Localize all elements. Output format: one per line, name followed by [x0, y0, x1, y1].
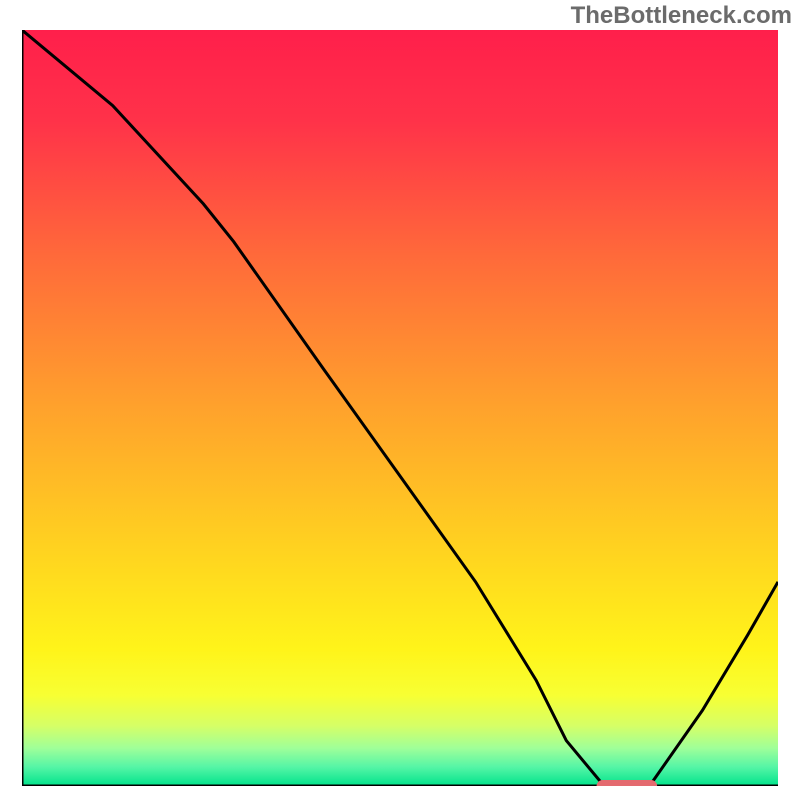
bottleneck-chart — [22, 30, 778, 786]
watermark-text: TheBottleneck.com — [571, 2, 792, 30]
gradient-background — [22, 30, 778, 786]
optimal-range-marker — [597, 780, 658, 786]
chart-container: TheBottleneck.com — [0, 0, 800, 800]
